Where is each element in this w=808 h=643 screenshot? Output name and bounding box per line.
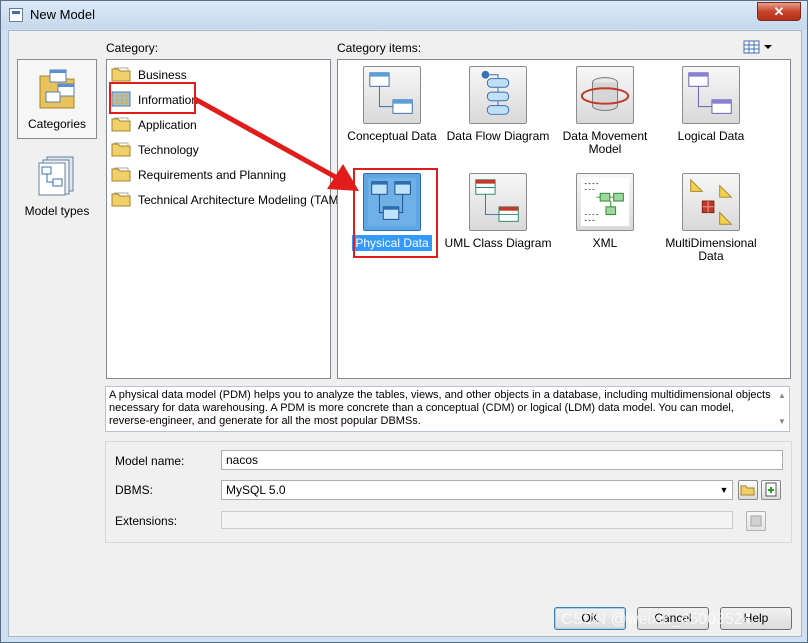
- folder-icon: [111, 142, 131, 157]
- nav-label-categories: Categories: [27, 117, 87, 131]
- model-name-label: Model name:: [115, 454, 185, 468]
- categories-icon: [39, 69, 75, 109]
- uml-class-diagram-icon: [469, 173, 527, 231]
- open-folder-icon: [740, 485, 755, 496]
- nav-label-model-types: Model types: [24, 204, 90, 218]
- view-mode-toggle[interactable]: [743, 39, 775, 55]
- model-form: Model name: nacos DBMS: MySQL 5.0 ▼ Exte…: [105, 441, 792, 543]
- dbms-select[interactable]: MySQL 5.0 ▼: [221, 480, 733, 500]
- conceptual-data-icon: [363, 66, 421, 124]
- description-scrollbar[interactable]: ▲ ▼: [777, 389, 787, 428]
- annotation-box-information: [109, 82, 196, 114]
- description-text: A physical data model (PDM) helps you to…: [109, 389, 771, 427]
- folder-icon: [111, 117, 131, 132]
- new-model-dialog: New Model ✕ Categories Model types Categ…: [0, 0, 808, 643]
- folder-icon: [111, 67, 131, 82]
- category-items-header: Category items:: [337, 41, 422, 55]
- category-header: Category:: [106, 41, 159, 55]
- chevron-down-icon[interactable]: ▼: [716, 481, 732, 499]
- multidimensional-data-icon: [682, 173, 740, 231]
- model-description: A physical data model (PDM) helps you to…: [105, 386, 790, 432]
- dbms-selected-value: MySQL 5.0: [226, 483, 286, 497]
- extensions-label: Extensions:: [115, 514, 178, 528]
- browse-dbms-button[interactable]: [738, 480, 758, 500]
- new-file-icon: [765, 482, 777, 497]
- logical-data-icon: [682, 66, 740, 124]
- new-dbms-button[interactable]: [761, 480, 781, 500]
- list-view-icon: [743, 40, 772, 54]
- window-icon: [9, 8, 23, 22]
- nav-item-model-types[interactable]: Model types: [17, 147, 97, 227]
- dialog-client-area: Categories Model types Category: Categor…: [8, 30, 802, 637]
- data-flow-diagram-icon: [469, 66, 527, 124]
- title-bar[interactable]: New Model ✕: [1, 1, 807, 29]
- annotation-arrow: [193, 96, 359, 191]
- extensions-icon: [750, 515, 762, 527]
- folder-icon: [111, 167, 131, 182]
- xml-icon: [576, 173, 634, 231]
- window-title: New Model: [30, 7, 96, 22]
- model-name-input[interactable]: nacos: [221, 450, 783, 470]
- watermark: CSDN @weixin_45003524: [561, 611, 752, 628]
- data-movement-model-icon: [576, 66, 634, 124]
- folder-icon: [111, 192, 131, 207]
- annotation-box-physical-data: [353, 168, 438, 258]
- nav-item-categories[interactable]: Categories: [17, 59, 97, 139]
- extensions-button[interactable]: [746, 511, 766, 531]
- dbms-label: DBMS:: [115, 483, 154, 497]
- close-button[interactable]: ✕: [757, 2, 801, 21]
- extensions-field[interactable]: [221, 511, 733, 529]
- model-types-icon: [38, 156, 74, 196]
